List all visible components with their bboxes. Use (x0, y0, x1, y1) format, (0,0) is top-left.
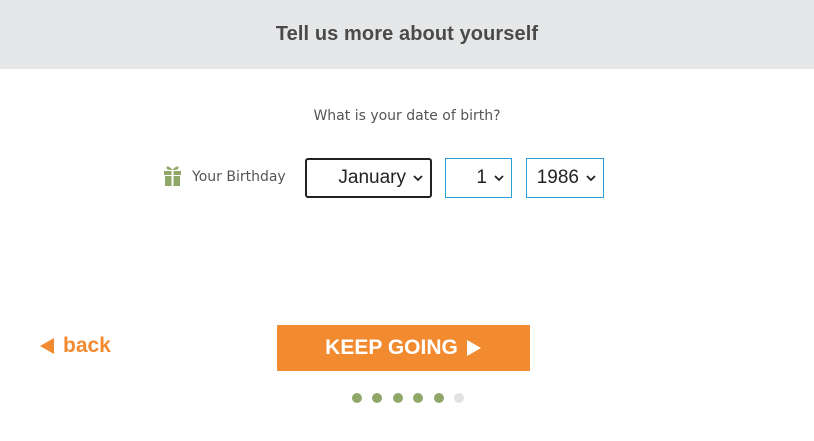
birthday-row: Your Birthday January 1 1986 (0, 158, 814, 198)
birthdate-question: What is your date of birth? (313, 108, 501, 124)
keep-going-label: KEEP GOING (325, 336, 458, 359)
progress-dot (433, 393, 444, 403)
year-value: 1986 (536, 167, 579, 188)
day-select[interactable]: 1 (445, 158, 512, 198)
page-header: Tell us more about yourself (0, 0, 814, 69)
birthday-label: Your Birthday (192, 169, 286, 185)
chevron-down-icon (494, 175, 504, 182)
back-link[interactable]: back (39, 334, 111, 358)
chevron-down-icon (413, 175, 423, 182)
triangle-right-icon (466, 340, 481, 356)
triangle-left-icon (40, 338, 54, 354)
day-value: 1 (476, 167, 487, 188)
chevron-down-icon (586, 175, 596, 182)
page-title: Tell us more about yourself (275, 23, 539, 45)
gift-icon (164, 166, 181, 186)
keep-going-button[interactable]: KEEP GOING (277, 325, 530, 371)
month-select[interactable]: January (305, 158, 432, 198)
progress-dot (372, 393, 383, 403)
progress-dot (392, 393, 403, 403)
progress-dot (454, 393, 464, 403)
year-select[interactable]: 1986 (526, 158, 604, 198)
progress-dot (413, 393, 424, 403)
back-label: back (63, 334, 111, 357)
month-value: January (338, 167, 406, 188)
progress-dot (352, 393, 362, 403)
